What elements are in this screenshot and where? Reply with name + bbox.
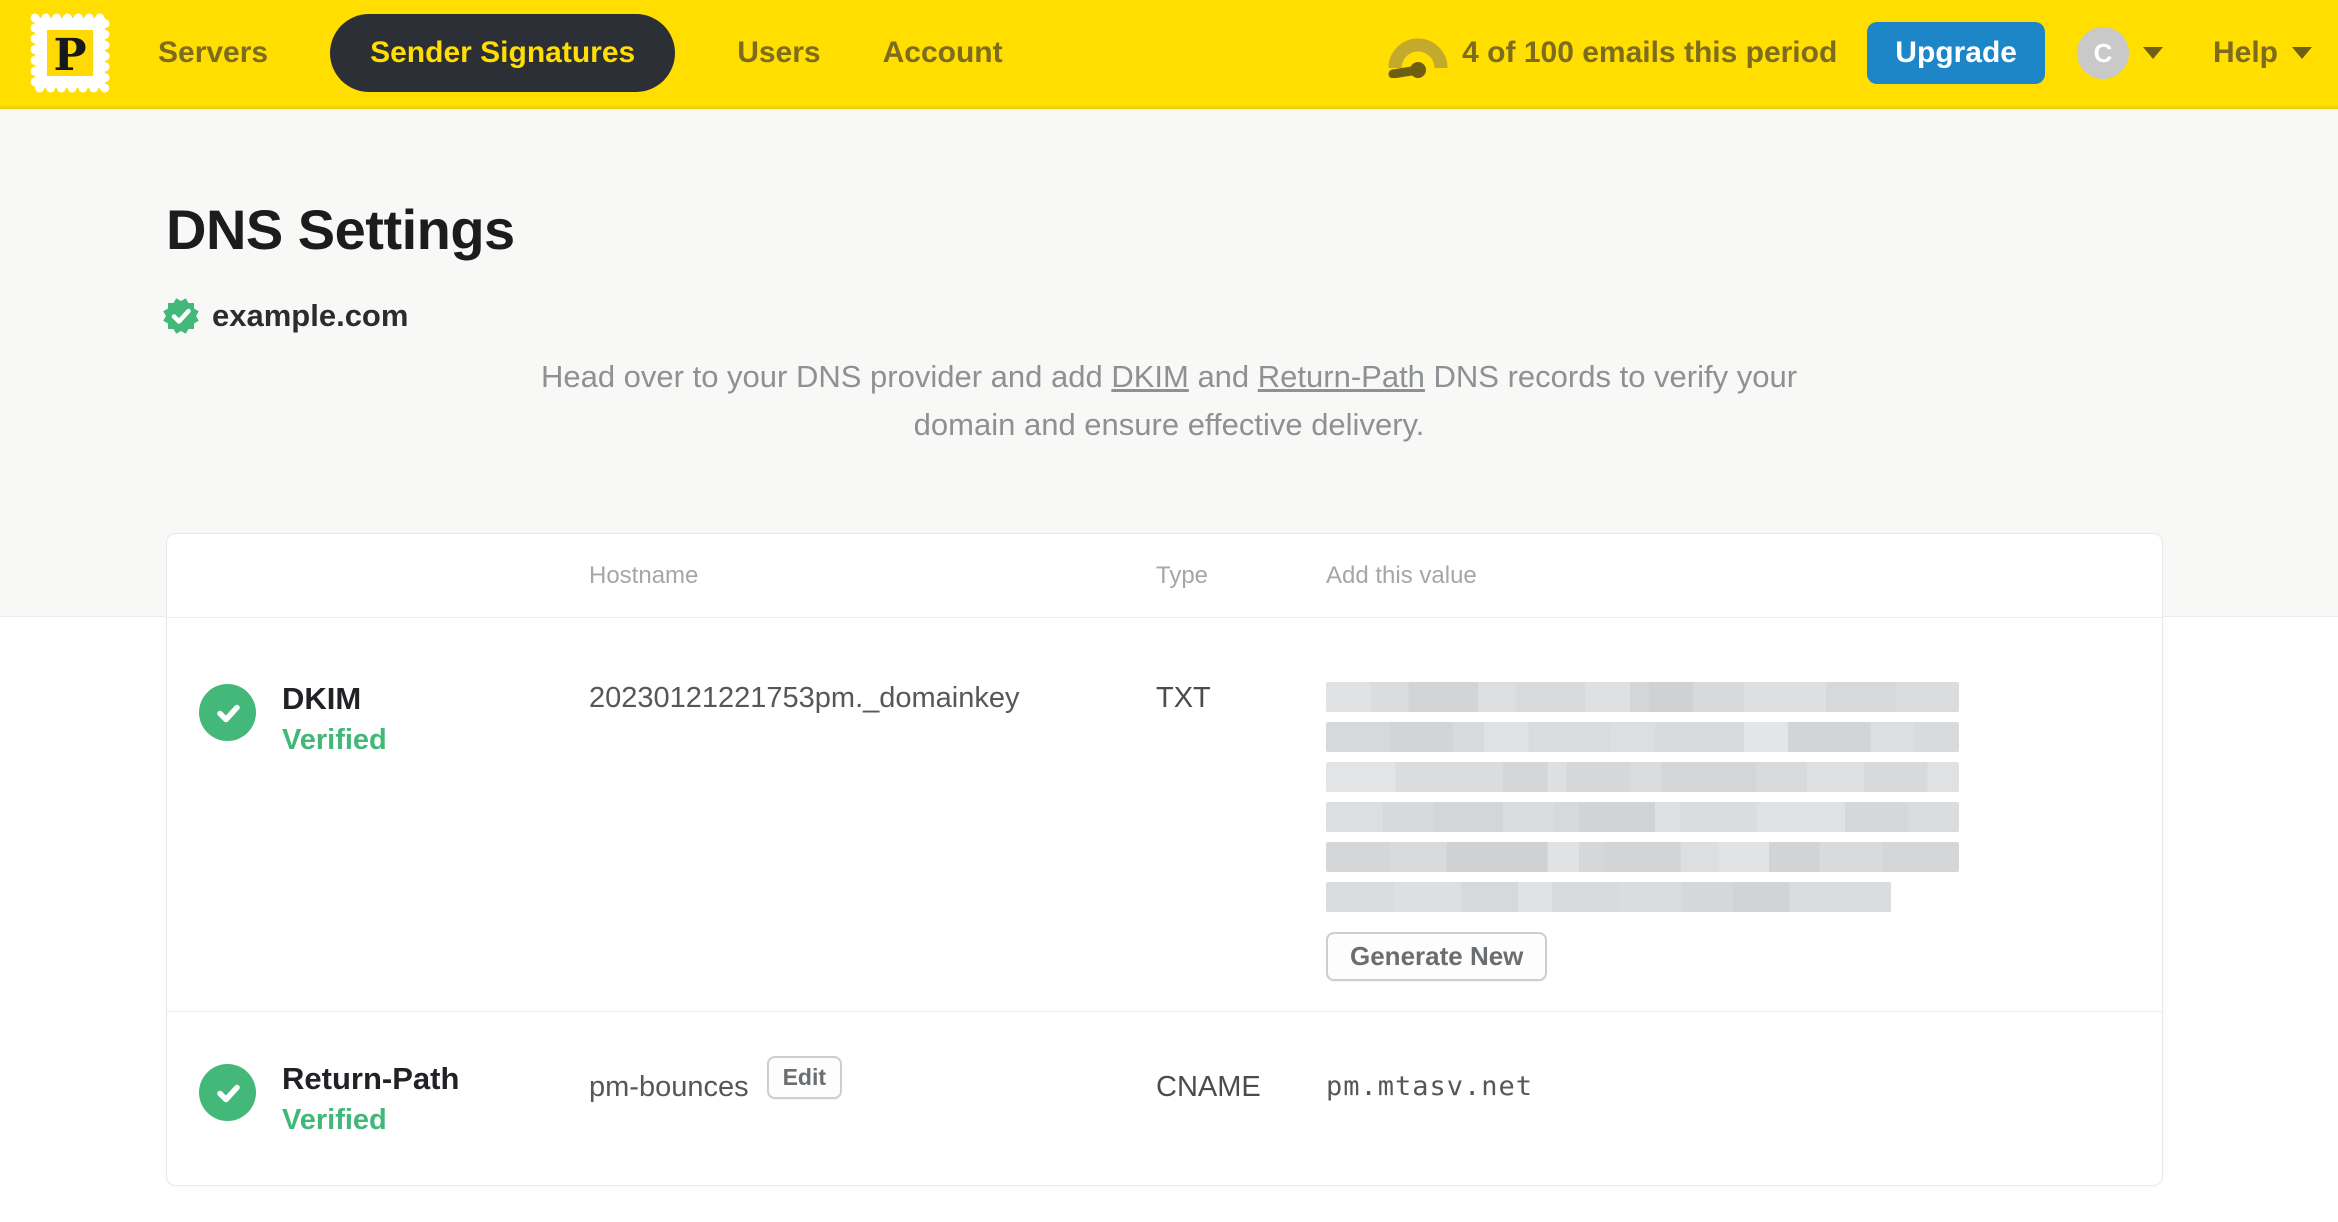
- gauge-icon: [1388, 38, 1448, 78]
- upgrade-button[interactable]: Upgrade: [1867, 22, 2045, 84]
- redacted-value-line: [1326, 842, 1959, 872]
- intro-part: Head over to your DNS provider and add: [540, 359, 1112, 394]
- dkim-hostname: 20230121221753pm._domainkey: [589, 682, 1020, 714]
- redacted-value-line: [1326, 682, 1959, 712]
- table-header-row: Hostname Type Add this value: [167, 534, 2162, 618]
- usage-meter: 4 of 100 emails this period: [1386, 28, 1837, 78]
- nav-item-users[interactable]: Users: [737, 36, 820, 70]
- domain-name: example.com: [212, 298, 409, 333]
- postmark-logo[interactable]: P: [26, 9, 114, 97]
- return-path-value: pm.mtasv.net: [1326, 1071, 1534, 1102]
- record-status-badge: Verified: [282, 1104, 387, 1136]
- usage-text: 4 of 100 emails this period: [1462, 36, 1838, 69]
- intro-part: and: [1188, 359, 1258, 394]
- dkim-type: TXT: [1156, 682, 1211, 714]
- header-add-this-value: Add this value: [1326, 561, 1477, 589]
- return-path-status-cell: Return-Path Verified: [167, 1062, 589, 1185]
- dns-records-card: Hostname Type Add this value DKIM Verifi…: [166, 533, 2163, 1186]
- help-label: Help: [2212, 36, 2278, 69]
- chevron-down-icon: [2292, 47, 2312, 59]
- return-path-hostname-cell: pm-bounces Edit: [589, 1056, 1156, 1185]
- record-name: DKIM: [282, 681, 362, 716]
- header-hostname: Hostname: [589, 561, 699, 589]
- record-status-badge: Verified: [282, 724, 387, 756]
- account-menu[interactable]: C: [2076, 27, 2163, 79]
- intro-text: Head over to your DNS provider and add D…: [519, 353, 1819, 449]
- return-path-link[interactable]: Return-Path: [1258, 359, 1425, 394]
- return-path-hostname: pm-bounces: [589, 1071, 749, 1103]
- chevron-down-icon: [2142, 47, 2163, 59]
- return-path-value-cell: pm.mtasv.net: [1326, 1062, 2162, 1185]
- header-type: Type: [1156, 561, 1209, 589]
- verified-seal-icon: [163, 298, 199, 334]
- check-icon: [199, 1064, 256, 1121]
- record-name: Return-Path: [282, 1061, 460, 1096]
- return-path-type: CNAME: [1156, 1071, 1261, 1103]
- edit-button[interactable]: Edit: [766, 1056, 843, 1099]
- table-row-dkim: DKIM Verified 20230121221753pm._domainke…: [167, 618, 2162, 1012]
- redacted-value-line: [1326, 802, 1959, 832]
- generate-new-button[interactable]: Generate New: [1326, 932, 1548, 981]
- svg-text:P: P: [53, 30, 86, 81]
- nav-item-servers[interactable]: Servers: [158, 36, 268, 70]
- page-title: DNS Settings: [166, 198, 515, 261]
- avatar[interactable]: C: [2076, 27, 2129, 79]
- dkim-link[interactable]: DKIM: [1111, 359, 1189, 394]
- check-icon: [199, 684, 256, 741]
- domain-row: example.com: [162, 297, 408, 335]
- main-content: DNS Settings example.com Head over to yo…: [0, 109, 2338, 1222]
- dkim-status-cell: DKIM Verified: [167, 682, 589, 1011]
- dkim-value-cell: Generate New: [1326, 682, 2162, 1011]
- table-row-return-path: Return-Path Verified pm-bounces Edit CNA…: [167, 1012, 2162, 1185]
- primary-nav: Servers Sender Signatures Users Account: [158, 14, 1065, 92]
- redacted-value-line: [1326, 722, 1959, 752]
- top-nav: P Servers Sender Signatures Users Accoun…: [0, 0, 2338, 109]
- redacted-value-line: [1326, 762, 1959, 792]
- nav-item-sender-signatures[interactable]: Sender Signatures: [330, 14, 676, 92]
- redacted-value-line: [1326, 882, 1891, 912]
- nav-item-account[interactable]: Account: [883, 36, 1003, 70]
- help-menu[interactable]: Help: [2213, 36, 2312, 70]
